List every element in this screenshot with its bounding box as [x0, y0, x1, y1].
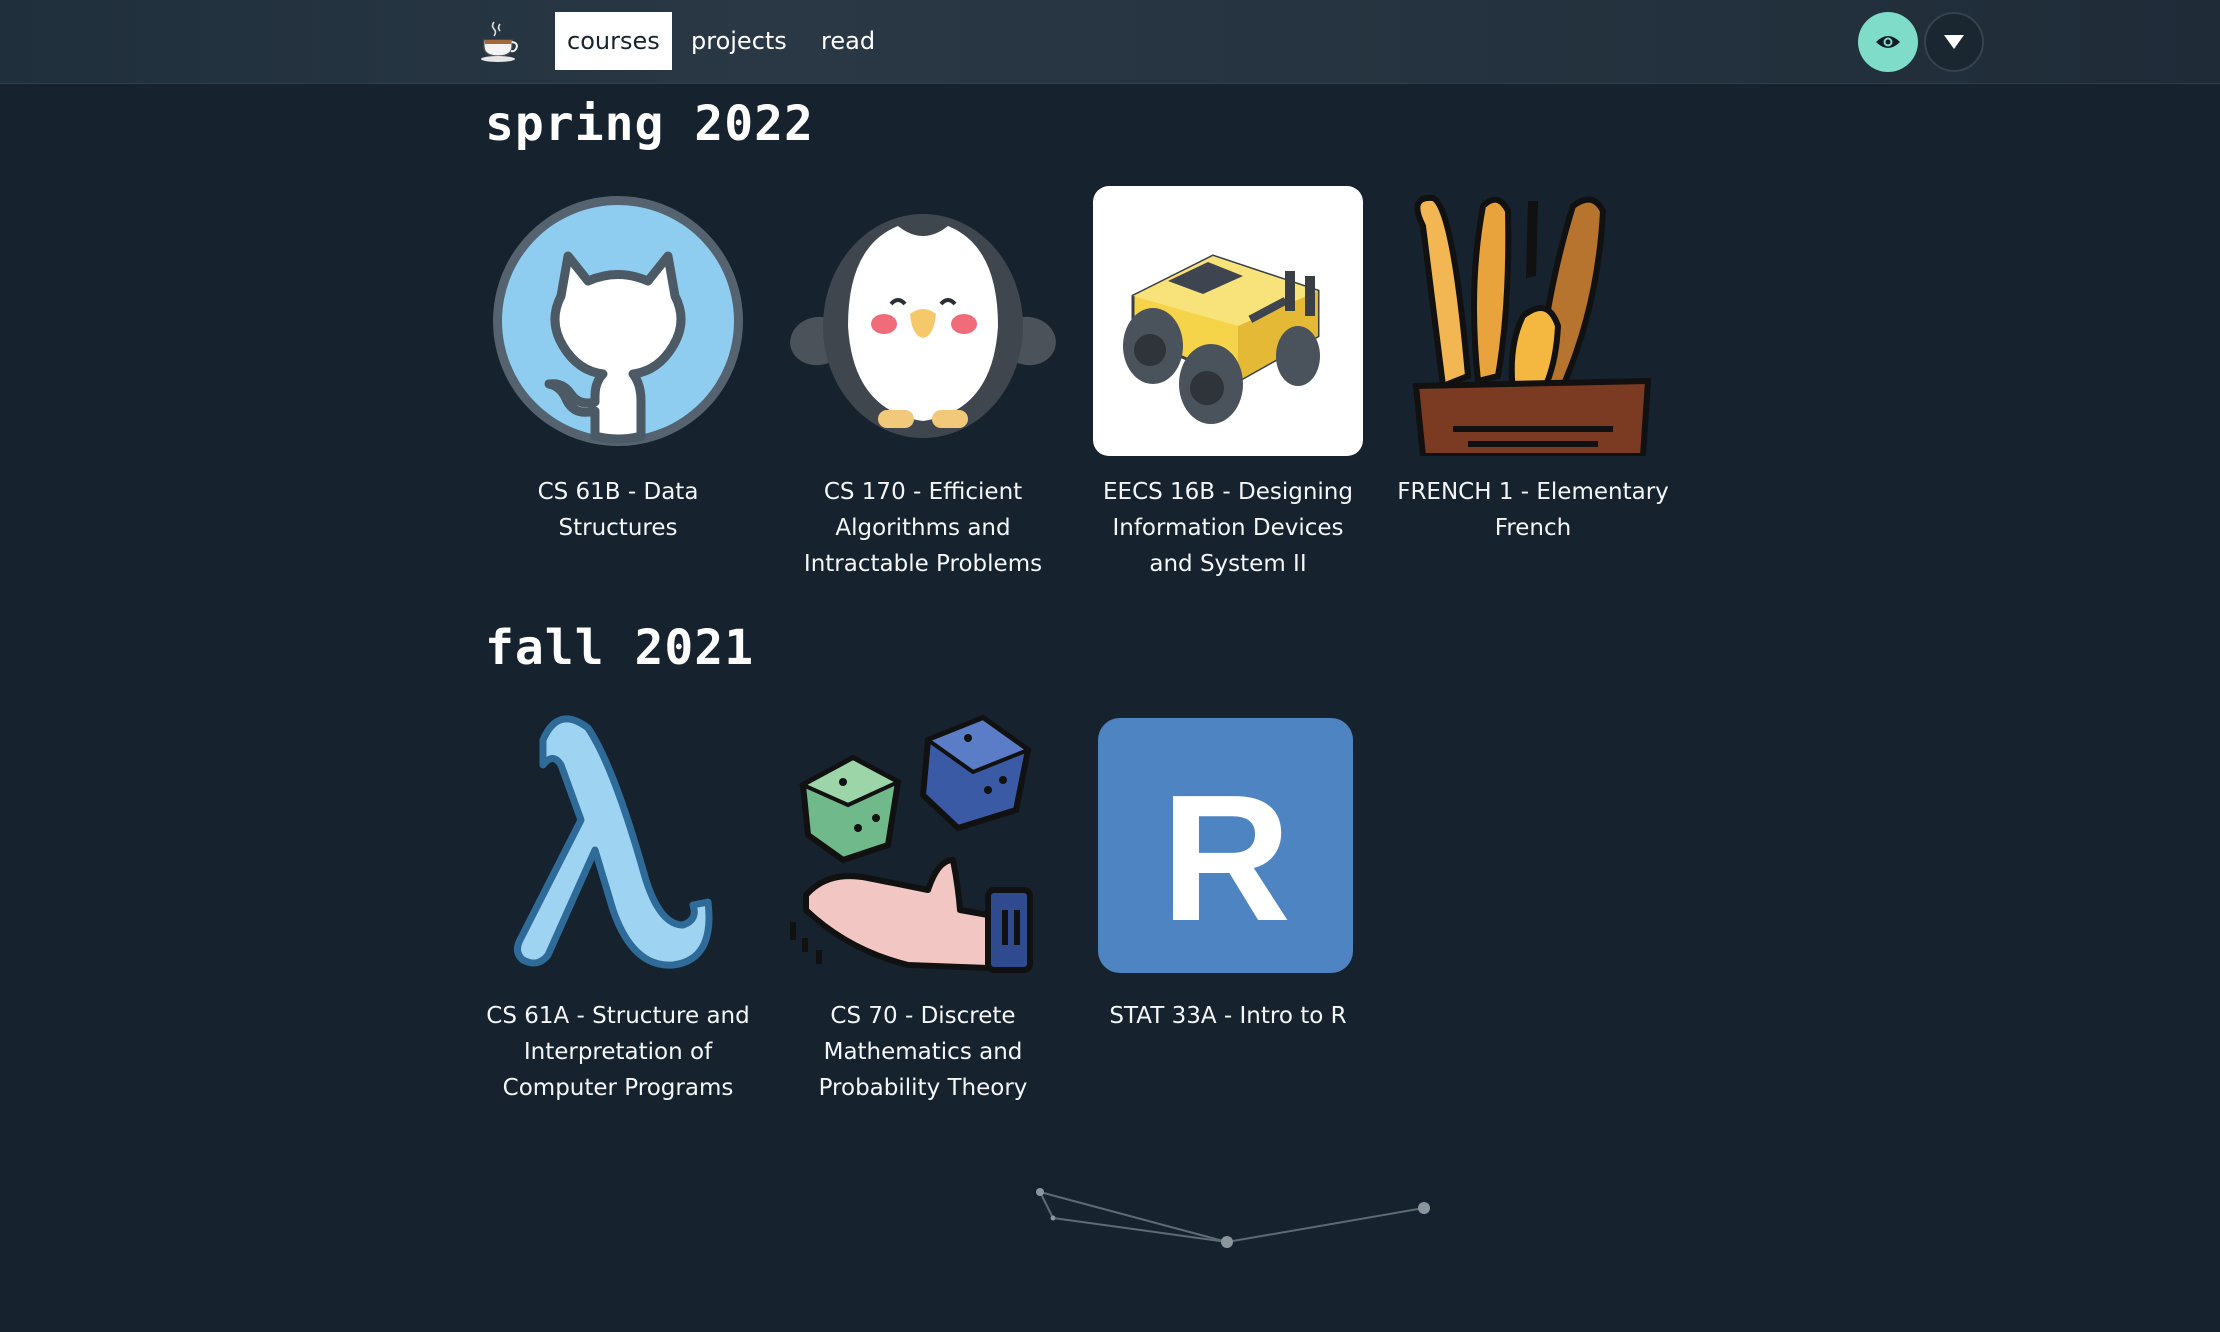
nav-link-read[interactable]: read	[809, 12, 887, 70]
section-title-fall-2021: fall 2021	[485, 620, 755, 676]
coffee-cup-icon[interactable]	[476, 18, 522, 64]
course-label: STAT 33A - Intro to R	[1109, 1003, 1347, 1029]
course-card-cs70[interactable]: CS 70 - Discrete Mathematics and Probabi…	[783, 710, 1063, 1106]
robot-car-icon	[1093, 186, 1363, 456]
course-card-cs61a[interactable]: CS 61A - Structure and Interpretation of…	[478, 710, 758, 1106]
course-label: EECS 16B - Designing Information Devices…	[1103, 479, 1353, 577]
section-title-spring-2022: spring 2022	[485, 96, 814, 152]
nav-link-projects[interactable]: projects	[679, 12, 799, 70]
course-label: CS 61B - Data Structures	[537, 479, 699, 541]
triangle-down-icon	[1944, 35, 1964, 49]
github-octocat-icon	[493, 196, 743, 446]
course-card-stat33a[interactable]: R STAT 33A - Intro to R	[1088, 710, 1368, 1034]
constellation-decoration	[1036, 1188, 1430, 1248]
course-card-cs61b[interactable]: CS 61B - Data Structures	[478, 186, 758, 546]
dice-hand-icon	[790, 714, 1033, 973]
course-label: CS 61A - Structure and Interpretation of…	[486, 1003, 750, 1101]
r-logo-letter: R	[1161, 758, 1291, 959]
theme-toggle-button[interactable]	[1858, 12, 1918, 72]
course-label: CS 170 - Efficient Algorithms and Intrac…	[803, 479, 1043, 577]
eye-icon	[1876, 36, 1900, 48]
course-label: CS 70 - Discrete Mathematics and Probabi…	[818, 1003, 1028, 1101]
nav-link-courses[interactable]: courses	[555, 12, 672, 70]
lambda-icon	[514, 715, 713, 969]
penguin-icon	[790, 214, 1056, 438]
baguette-basket-icon	[1412, 194, 1652, 456]
course-card-french1[interactable]: FRENCH 1 - Elementary French	[1393, 186, 1673, 546]
course-card-eecs16b[interactable]: EECS 16B - Designing Information Devices…	[1088, 186, 1368, 582]
menu-dropdown-button[interactable]	[1924, 12, 1984, 72]
r-logo-icon: R	[1098, 718, 1353, 973]
top-navbar: courses projects read	[0, 0, 2220, 84]
course-card-cs170[interactable]: CS 170 - Efficient Algorithms and Intrac…	[783, 186, 1063, 582]
course-label: FRENCH 1 - Elementary French	[1397, 479, 1669, 541]
